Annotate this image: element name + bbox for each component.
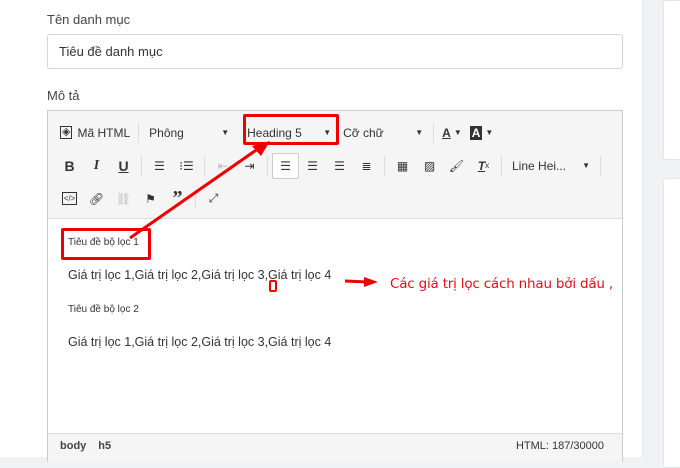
- highlight-box: [269, 280, 277, 292]
- unlink-button[interactable]: ⛓: [110, 186, 137, 212]
- description-label: Mô tả: [47, 88, 80, 103]
- highlight-box: [61, 228, 151, 260]
- align-left-icon: ☰: [280, 158, 291, 173]
- html-source-button[interactable]: ◈ Mã HTML: [56, 120, 134, 146]
- table-icon: ▦: [396, 158, 409, 173]
- filter-values: Giá trị lọc 1,Giá trị lọc 2,Giá trị lọc …: [68, 335, 332, 349]
- category-name-input[interactable]: Tiêu đề danh mục: [47, 34, 623, 69]
- image-icon: ▨: [423, 158, 436, 173]
- filter-heading: Tiêu đề bộ lọc 2: [68, 304, 139, 315]
- bullet-list-button[interactable]: ⁝☰: [173, 153, 200, 179]
- flag-icon: ⚑: [145, 191, 156, 206]
- highlight-box: [243, 114, 339, 145]
- justify-button[interactable]: ≣: [353, 153, 380, 179]
- code-icon: </>: [61, 192, 78, 205]
- caret-down-icon: ▼: [415, 128, 424, 137]
- underline-button[interactable]: U: [110, 153, 137, 179]
- ordered-list-button[interactable]: ☰: [146, 153, 173, 179]
- align-right-icon: ☰: [334, 158, 345, 173]
- italic-button[interactable]: I: [83, 153, 110, 179]
- file-code-icon: ◈: [60, 126, 73, 139]
- caret-down-icon: ▼: [582, 161, 590, 170]
- blockquote-button[interactable]: ”: [164, 186, 191, 212]
- font-size-dropdown[interactable]: Cỡ chữ ▼: [337, 120, 429, 146]
- category-name-label: Tên danh mục: [47, 12, 131, 27]
- table-button[interactable]: ▦: [389, 153, 416, 179]
- paintbrush-icon: 🖌: [448, 158, 465, 173]
- path-h5[interactable]: h5: [98, 440, 111, 452]
- bold-button[interactable]: B: [56, 153, 83, 179]
- path-body[interactable]: body: [60, 440, 86, 452]
- unlink-icon: ⛓: [115, 191, 132, 206]
- side-panel: [663, 178, 680, 468]
- indent-icon: ⇥: [244, 158, 255, 173]
- caret-down-icon: ▼: [221, 128, 230, 137]
- link-icon: 🔗︎: [88, 191, 105, 206]
- align-left-button[interactable]: ☰: [272, 152, 299, 179]
- format-painter-button[interactable]: 🖌: [443, 153, 470, 179]
- editor-statusbar: body h5 HTML: 187/30000: [48, 433, 622, 463]
- outdent-button[interactable]: ⇤: [209, 153, 236, 179]
- indent-button[interactable]: ⇥: [236, 153, 263, 179]
- background-color-button[interactable]: A ▼: [466, 120, 498, 146]
- expand-icon: ⤢: [208, 191, 219, 205]
- clear-format-icon: T: [477, 158, 486, 173]
- side-panel: [663, 0, 680, 160]
- align-center-icon: ☰: [307, 158, 318, 173]
- text-color-button[interactable]: A ▼: [438, 120, 466, 146]
- align-center-button[interactable]: ☰: [299, 153, 326, 179]
- embed-code-button[interactable]: </>: [56, 186, 83, 212]
- line-height-dropdown[interactable]: Line Hei... ▼: [506, 153, 596, 179]
- align-right-button[interactable]: ☰: [326, 153, 353, 179]
- justify-icon: ≣: [361, 158, 372, 173]
- ordered-list-icon: ☰: [154, 158, 165, 173]
- anchor-button[interactable]: ⚑: [137, 186, 164, 212]
- bullet-list-icon: ⁝☰: [179, 158, 194, 173]
- fullscreen-button[interactable]: ⤢: [200, 186, 227, 212]
- clear-format-button[interactable]: Tx: [470, 153, 497, 179]
- outdent-icon: ⇤: [217, 158, 228, 173]
- quote-icon: ”: [172, 187, 183, 209]
- image-button[interactable]: ▨: [416, 153, 443, 179]
- font-family-dropdown[interactable]: Phông ▼: [143, 120, 235, 146]
- highlight-icon: A: [469, 125, 483, 140]
- char-count: HTML: 187/30000: [515, 440, 604, 452]
- font-color-icon: A: [442, 125, 451, 140]
- link-button[interactable]: 🔗︎: [83, 186, 110, 212]
- annotation-note: Các giá trị lọc cách nhau bởi dấu ,: [390, 276, 613, 292]
